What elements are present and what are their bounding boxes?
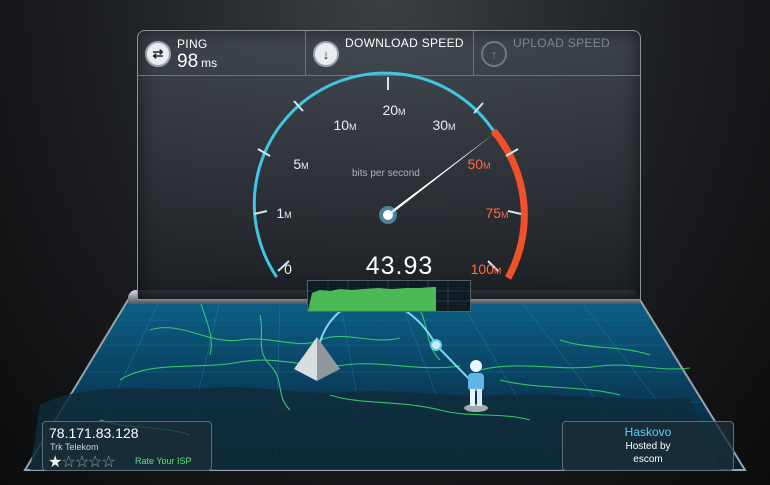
scale-label-5m: 5M xyxy=(293,156,309,172)
scale-label-0: 0 xyxy=(284,261,292,277)
scale-label-20m: 20M xyxy=(382,102,406,118)
star-icon[interactable]: ☆ xyxy=(88,454,102,471)
scale-label-100m: 100M xyxy=(470,261,502,277)
server-pyramid-icon[interactable] xyxy=(292,335,342,387)
star-icon[interactable]: ☆ xyxy=(61,454,75,471)
server-city[interactable]: Haskovo xyxy=(563,425,733,439)
server-sponsor: escom xyxy=(633,454,663,465)
speed-history-plot xyxy=(308,281,470,311)
scale-label-10m: 10M xyxy=(333,117,357,133)
speed-history-graph xyxy=(307,280,471,312)
scale-label-30m: 30M xyxy=(432,117,456,133)
client-isp: Trk Telekom xyxy=(50,442,99,452)
client-ip: 78.171.83.128 xyxy=(49,425,139,441)
speed-readout: 43.93 xyxy=(365,252,434,280)
scale-label-50m: 50M xyxy=(467,156,491,172)
star-icon[interactable]: ☆ xyxy=(75,454,89,471)
star-icon[interactable]: ★ xyxy=(48,454,62,471)
gauge-panel: ⇄ PING 98 ms ↓ DOWNLOAD SPEED ↑ UPLOAD SP… xyxy=(137,30,641,312)
user-location-icon[interactable] xyxy=(462,358,490,414)
hosted-by-label: Hosted by xyxy=(625,441,671,452)
scale-label-1m: 1M xyxy=(276,205,292,221)
isp-rating-stars[interactable]: ★☆☆☆☆ xyxy=(48,452,116,472)
server-info-box: Haskovo Hosted by escom xyxy=(562,421,734,471)
star-icon[interactable]: ☆ xyxy=(101,454,115,471)
scale-label-75m: 75M xyxy=(485,205,509,221)
client-info-box: 78.171.83.128 Trk Telekom ★☆☆☆☆ Rate You… xyxy=(42,421,212,471)
units-label: bits per second xyxy=(352,168,420,179)
rate-isp-link[interactable]: Rate Your ISP xyxy=(135,456,192,466)
